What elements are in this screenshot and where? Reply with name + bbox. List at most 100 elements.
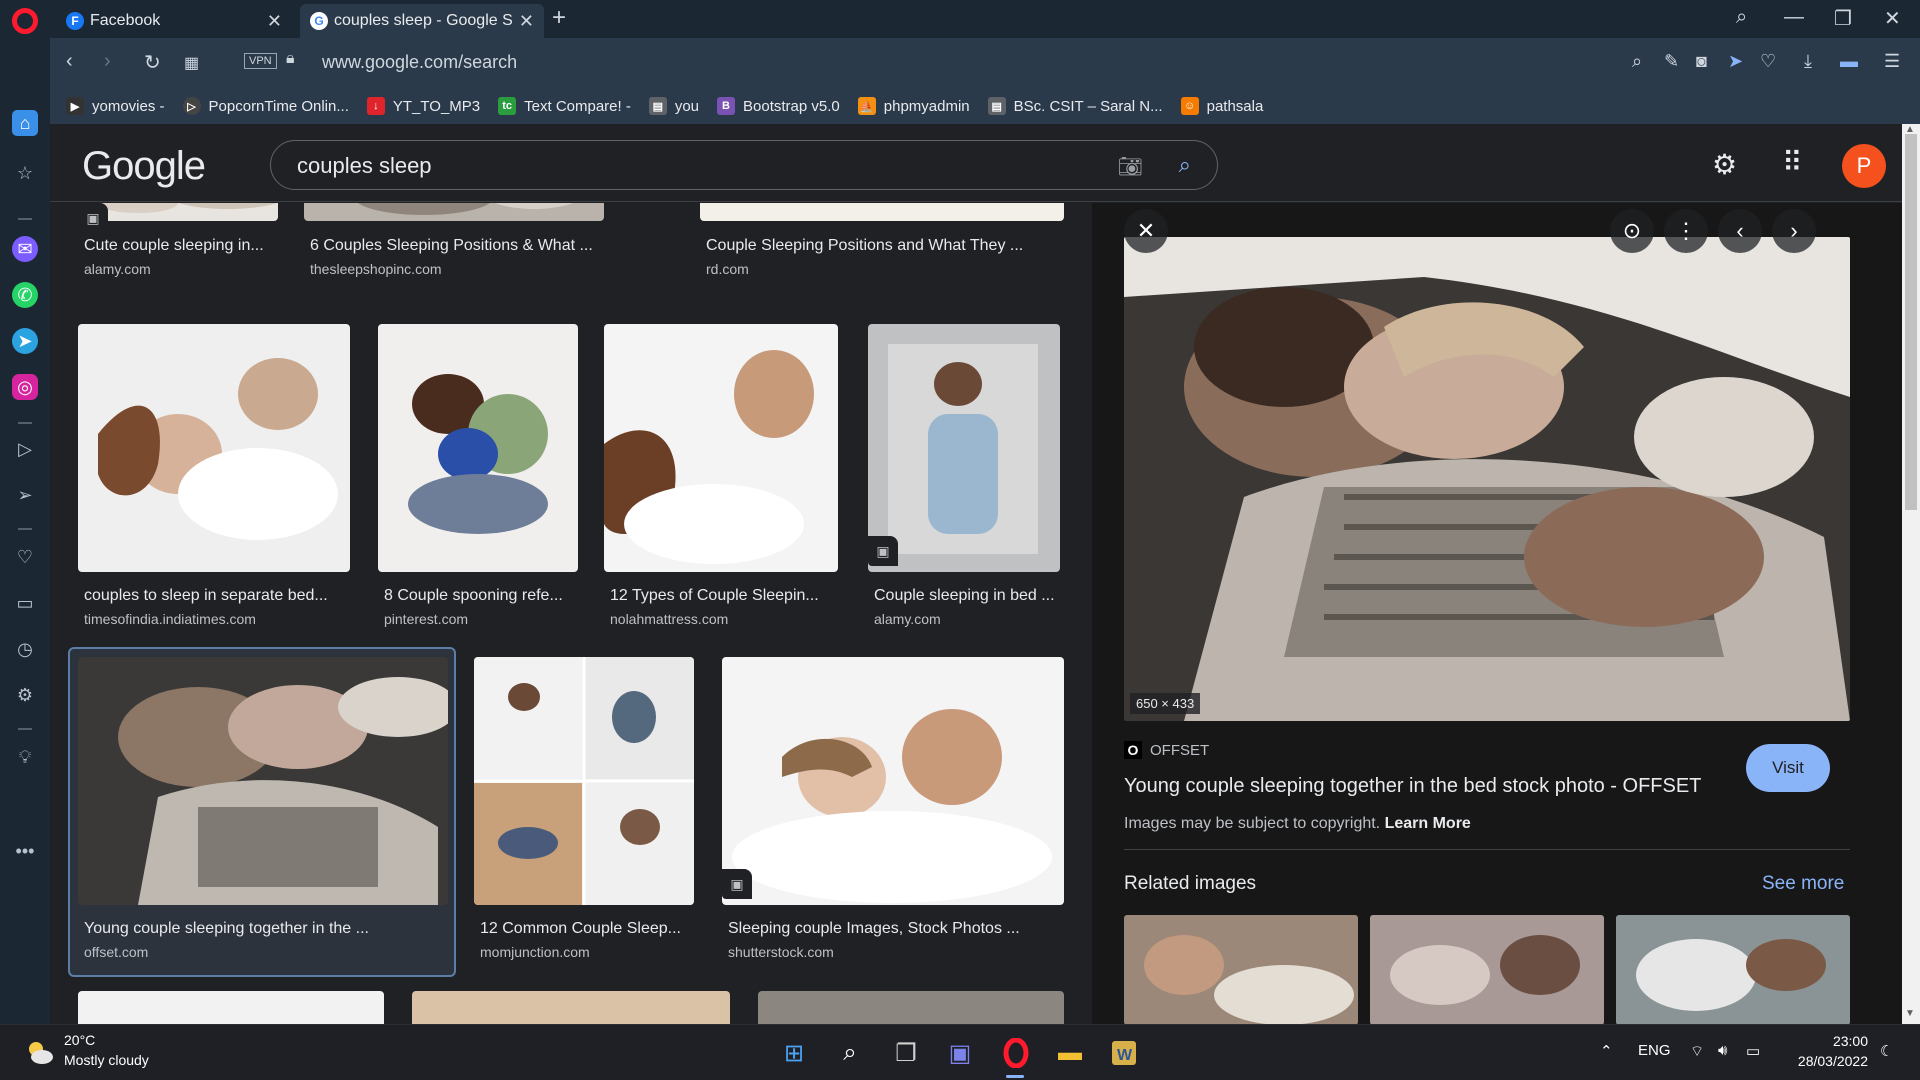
volume-icon[interactable]: 🔊︎ <box>1718 1042 1727 1059</box>
avatar[interactable]: P <box>1842 144 1886 188</box>
messenger-icon[interactable]: ✉ <box>12 236 38 262</box>
whatsapp-icon[interactable]: ✆ <box>12 282 38 308</box>
result-caption[interactable]: Sleeping couple Images, Stock Photos ... <box>728 920 1064 938</box>
result-thumbnail[interactable] <box>378 324 578 572</box>
send-icon[interactable]: ➤ <box>1728 51 1743 72</box>
cloudy-weather-icon[interactable] <box>24 1037 54 1067</box>
result-caption[interactable]: 8 Couple spooning refe... <box>384 587 574 605</box>
result-caption[interactable]: Couple sleeping in bed ... <box>874 587 1060 605</box>
input-language[interactable]: ENG <box>1638 1042 1671 1059</box>
tabs-grid-icon[interactable]: ▦ <box>184 53 199 73</box>
lens-search-icon[interactable]: ⊙ <box>1610 209 1654 253</box>
search-tabs-icon[interactable]: ⌕ <box>1736 6 1747 29</box>
instagram-icon[interactable]: ◎ <box>12 374 38 400</box>
close-tab-icon[interactable]: ✕ <box>267 11 282 32</box>
bookmark-bootstrap[interactable]: B Bootstrap v5.0 <box>717 97 840 115</box>
related-image[interactable] <box>1370 915 1604 1024</box>
opera-menu-icon[interactable] <box>12 8 38 34</box>
battery-saver-icon[interactable]: ▬ <box>1840 51 1858 72</box>
wifi-icon[interactable]: ⌔ <box>1690 1042 1704 1061</box>
reload-icon[interactable]: ↻ <box>144 50 161 75</box>
download-icon[interactable]: ⤓ <box>1804 51 1812 72</box>
new-tab-button[interactable]: + <box>552 4 566 32</box>
weather-condition[interactable]: Mostly cloudy <box>64 1052 149 1068</box>
result-caption[interactable]: couples to sleep in separate bed... <box>84 587 346 605</box>
result-thumbnail[interactable] <box>78 324 350 572</box>
preview-image[interactable] <box>1124 237 1850 721</box>
url-field[interactable]: www.google.com/search <box>322 52 517 73</box>
easy-setup-icon[interactable]: ☰ <box>1884 51 1900 72</box>
star-icon[interactable]: ☆ <box>12 160 38 186</box>
result-caption[interactable]: Young couple sleeping together in the ..… <box>84 920 444 938</box>
result-caption[interactable]: 12 Common Couple Sleep... <box>480 920 690 938</box>
scroll-down-icon[interactable]: ▼ <box>1905 1008 1915 1019</box>
result-card[interactable]: ▣ Sleeping couple Images, Stock Photos .… <box>722 657 1064 967</box>
notifications-icon[interactable]: ☾ <box>1880 1042 1893 1060</box>
result-caption[interactable]: Couple Sleeping Positions and What They … <box>706 237 1062 255</box>
temperature[interactable]: 20°C <box>64 1032 95 1048</box>
clock-date[interactable]: 28/03/2022 <box>1778 1053 1868 1069</box>
history-icon[interactable]: ◷ <box>12 636 38 662</box>
close-window-button[interactable]: ✕ <box>1884 6 1901 31</box>
result-caption[interactable]: 6 Couples Sleeping Positions & What ... <box>310 237 600 255</box>
result-card[interactable]: 12 Types of Couple Sleepin... nolahmattr… <box>604 324 838 634</box>
result-thumbnail[interactable] <box>868 324 1060 572</box>
next-image-icon[interactable]: › <box>1772 209 1816 253</box>
heart-icon[interactable]: ♡ <box>1760 51 1776 72</box>
close-tab-icon[interactable]: ✕ <box>519 11 534 32</box>
see-more-link[interactable]: See more <box>1762 873 1844 895</box>
result-thumbnail[interactable] <box>474 657 694 905</box>
search-input[interactable] <box>297 153 1077 179</box>
tabs-icon[interactable]: ▭ <box>12 590 38 616</box>
search-icon[interactable]: ⌕ <box>832 1035 868 1071</box>
tab-google-search[interactable]: G couples sleep - Google Sea ✕ <box>300 4 544 38</box>
forward-icon[interactable]: › <box>104 50 111 73</box>
camera-icon[interactable]: ◙ <box>1696 51 1707 72</box>
lock-icon[interactable]: 🔒︎ <box>286 50 295 68</box>
scrollbar-thumb[interactable] <box>1905 134 1917 510</box>
camera-search-icon[interactable]: 📷︎ <box>1118 154 1143 179</box>
search-box[interactable]: 📷︎ ⌕ <box>270 140 1218 190</box>
close-preview-icon[interactable]: ✕ <box>1124 209 1168 253</box>
result-thumbnail[interactable] <box>304 203 604 221</box>
heart-icon[interactable]: ♡ <box>12 544 38 570</box>
result-card-selected[interactable]: Young couple sleeping together in the ..… <box>78 657 448 967</box>
vpn-badge[interactable]: VPN <box>244 53 277 69</box>
result-card[interactable] <box>78 991 384 1024</box>
task-view-icon[interactable]: ❐ <box>888 1035 924 1071</box>
bookmark-bsc-csit[interactable]: ▤ BSc. CSIT – Saral N... <box>987 97 1163 115</box>
google-logo[interactable]: Google <box>82 144 206 189</box>
related-image[interactable] <box>1124 915 1358 1024</box>
result-card[interactable] <box>412 991 730 1024</box>
result-card[interactable]: Couple Sleeping Positions and What They … <box>700 203 1064 285</box>
result-thumbnail[interactable] <box>412 991 730 1024</box>
preview-site[interactable]: O OFFSET <box>1124 741 1209 759</box>
tab-facebook[interactable]: F Facebook ✕ <box>56 4 292 38</box>
more-icon[interactable]: ••• <box>12 838 38 864</box>
result-thumbnail[interactable] <box>758 991 1064 1024</box>
result-thumbnail[interactable] <box>78 657 448 905</box>
bookmark-phpmyadmin[interactable]: ⛵ phpmyadmin <box>857 97 970 115</box>
edit-icon[interactable]: ✎ <box>1664 51 1679 72</box>
bookmark-pathsala[interactable]: ☺ pathsala <box>1180 97 1263 115</box>
result-card[interactable]: 6 Couples Sleeping Positions & What ... … <box>304 203 604 285</box>
bookmark-popcorntime[interactable]: ▷ PopcornTime Onlin... <box>182 97 349 115</box>
show-hidden-icons-icon[interactable]: ⌃ <box>1600 1042 1613 1060</box>
zoom-icon[interactable]: ⌕ <box>1632 51 1642 72</box>
more-options-icon[interactable]: ⋮ <box>1664 209 1708 253</box>
settings-gear-icon[interactable]: ⚙ <box>1712 148 1737 181</box>
battery-icon[interactable]: ▭ <box>1746 1042 1760 1060</box>
result-thumbnail[interactable] <box>78 203 278 221</box>
preview-title[interactable]: Young couple sleeping together in the be… <box>1124 775 1701 798</box>
home-icon[interactable]: ⌂ <box>12 110 38 136</box>
clock-time[interactable]: 23:00 <box>1822 1033 1868 1049</box>
result-thumbnail[interactable] <box>700 203 1064 221</box>
result-caption[interactable]: Cute couple sleeping in... <box>84 237 274 255</box>
search-icon[interactable]: ⌕ <box>1179 152 1191 178</box>
settings-icon[interactable]: ⚙ <box>12 682 38 708</box>
flow-icon[interactable]: ➢ <box>12 482 38 508</box>
result-thumbnail[interactable] <box>604 324 838 572</box>
bookmark-yomovies[interactable]: ▶ yomovies - <box>66 97 165 115</box>
result-thumbnail[interactable] <box>722 657 1064 905</box>
telegram-icon[interactable]: ➤ <box>12 328 38 354</box>
